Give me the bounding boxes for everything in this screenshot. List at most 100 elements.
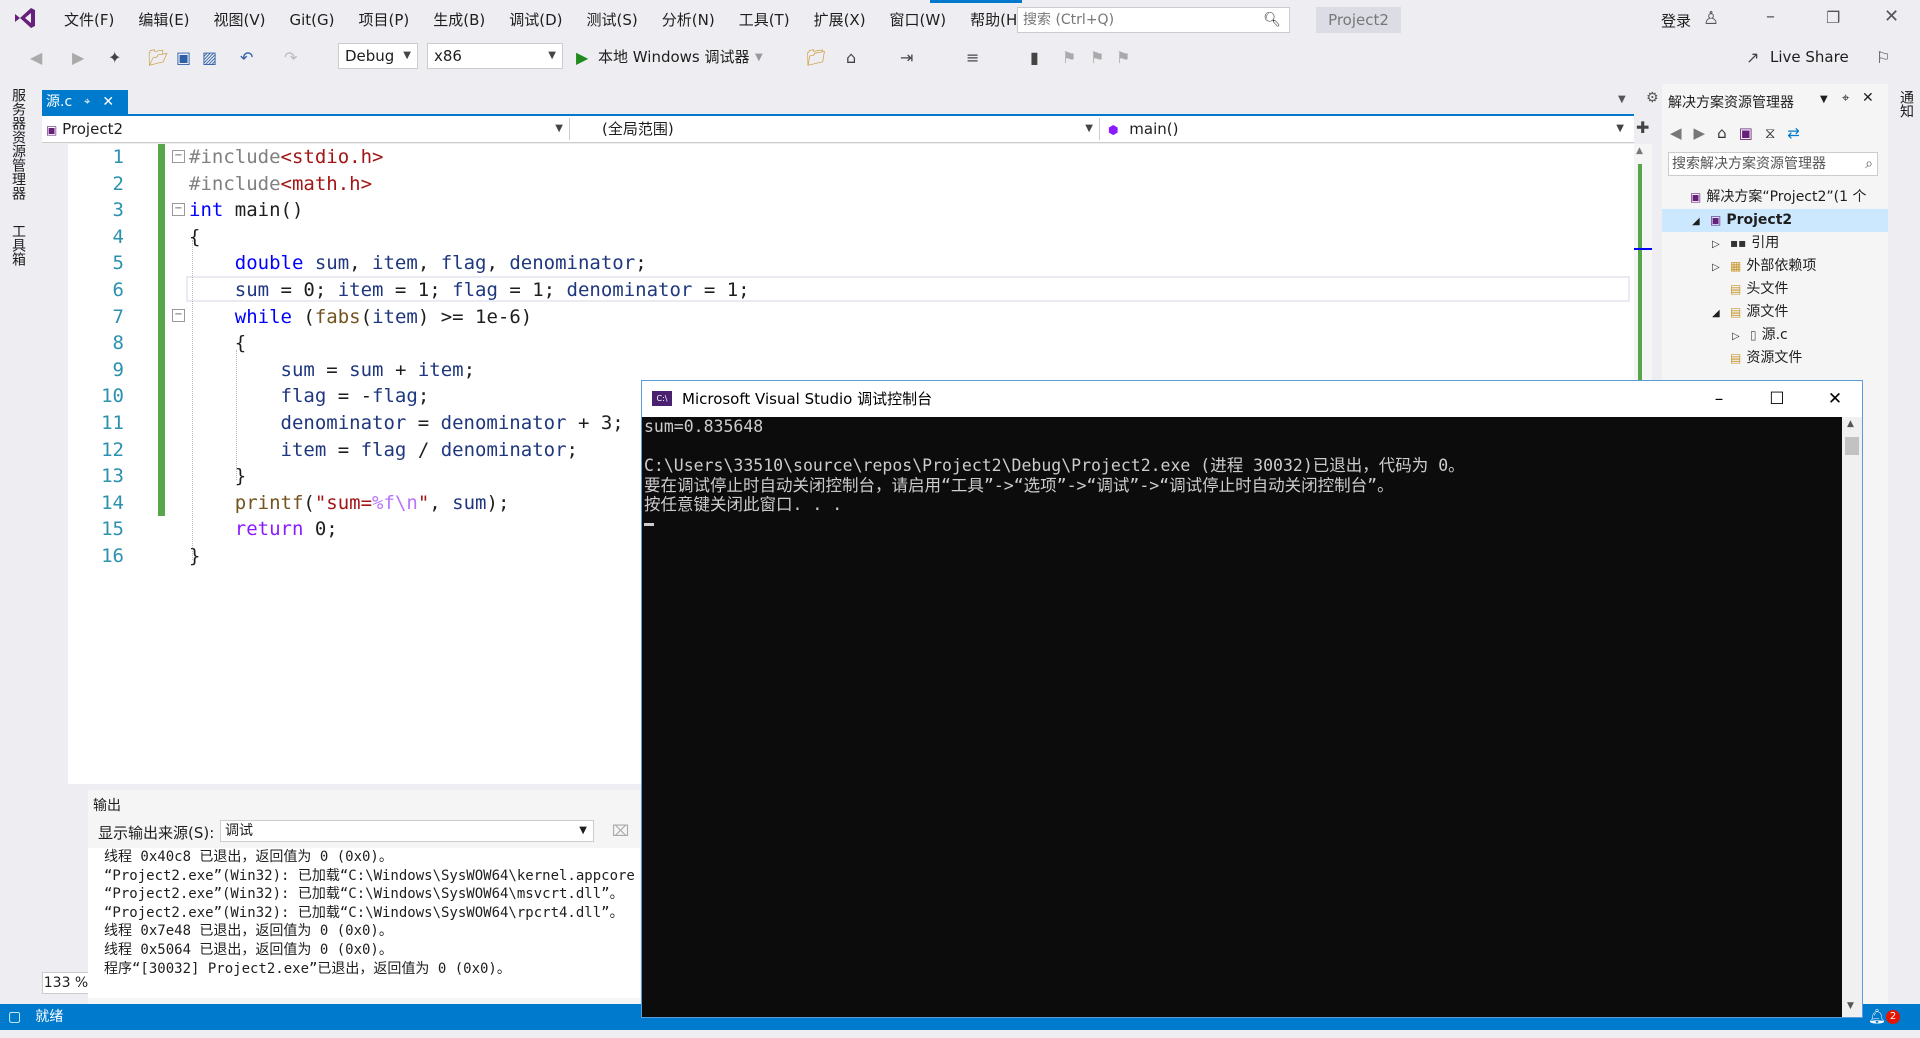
scroll-up-icon[interactable]: ▲	[1636, 146, 1643, 156]
fold-include-icon[interactable]: −	[172, 150, 185, 163]
prev-bookmark-icon[interactable]: ⚑	[1062, 48, 1076, 67]
home-icon[interactable]: ⌂	[1717, 124, 1727, 142]
menu-item[interactable]: 工具(T)	[727, 0, 802, 40]
tree-item[interactable]: ◢ ▣ Project2	[1662, 209, 1888, 232]
menu-item[interactable]: 测试(S)	[575, 0, 650, 40]
history-icon[interactable]: ⧖	[1765, 124, 1776, 142]
forward-icon[interactable]: ▶	[72, 48, 84, 67]
solution-explorer-icon[interactable]: ⌂	[846, 48, 856, 67]
feedback-icon[interactable]: ⚐	[1876, 48, 1890, 67]
back-icon[interactable]: ◀	[30, 48, 42, 67]
vs-logo-icon[interactable]	[12, 5, 42, 35]
close-panel-icon[interactable]: ✕	[1862, 90, 1874, 106]
menu-item[interactable]: 生成(B)	[421, 0, 497, 40]
console-close-button[interactable]: ✕	[1806, 381, 1864, 417]
menu-item[interactable]: 项目(P)	[347, 0, 422, 40]
comment-icon[interactable]: ≡	[966, 48, 979, 67]
console-output[interactable]: sum=0.835648 C:\Users\33510\source\repos\…	[642, 417, 1842, 1017]
menu-item[interactable]: Git(G)	[278, 0, 347, 40]
live-share-icon[interactable]: ↗	[1746, 48, 1759, 67]
start-debug-label[interactable]: 本地 Windows 调试器	[598, 46, 750, 67]
new-project-icon[interactable]: ✦	[108, 48, 121, 67]
notifications-tab[interactable]: 通知	[1896, 90, 1916, 118]
server-explorer-tab[interactable]: 服务器资源管理器	[8, 88, 28, 200]
menu-item[interactable]: 扩展(X)	[802, 0, 878, 40]
redo-icon[interactable]: ↷	[284, 48, 297, 67]
scroll-down-icon[interactable]: ▼	[1847, 1001, 1854, 1011]
pin-icon[interactable]: ⌖	[1842, 91, 1849, 106]
console-maximize-button[interactable]: ☐	[1748, 381, 1806, 417]
toolbox-tab[interactable]: 工具箱	[8, 224, 28, 266]
menu-item[interactable]: 调试(D)	[497, 0, 574, 40]
zoom-level[interactable]: 133 %	[42, 972, 90, 994]
restore-button[interactable]: ❐	[1826, 8, 1840, 27]
console-scrollbar[interactable]: ▲ ▼	[1842, 417, 1862, 1017]
panel-menu-icon[interactable]: ▼	[1820, 94, 1828, 105]
login-link[interactable]: 登录	[1661, 10, 1691, 31]
close-tab-icon[interactable]: ✕	[102, 90, 114, 114]
save-icon[interactable]: ▣	[176, 48, 191, 67]
live-share-button[interactable]: Live Share	[1770, 48, 1849, 66]
scroll-up-icon[interactable]: ▲	[1847, 419, 1854, 429]
tree-item[interactable]: ▣ 解决方案“Project2”(1 个	[1662, 186, 1888, 209]
settings-gear-icon[interactable]: ⚙	[1646, 90, 1659, 106]
notification-bell-icon[interactable]: 🔔︎	[1868, 1004, 1886, 1030]
clear-bookmarks-icon[interactable]: ⚑	[1116, 48, 1130, 67]
menu-item[interactable]: 编辑(E)	[126, 0, 201, 40]
forward-icon[interactable]: ▶	[1694, 124, 1706, 142]
tree-expander-icon[interactable]: ▷	[1732, 325, 1746, 348]
console-scroll-thumb[interactable]	[1845, 437, 1859, 455]
find-in-files-icon[interactable]: 📁︎	[806, 48, 826, 67]
switch-views-icon[interactable]: ▣	[1739, 124, 1753, 142]
tab-source-file[interactable]: 源.c ⌖ ✕	[42, 90, 128, 114]
indent-icon[interactable]: ⇥	[900, 48, 913, 67]
tab-list-dropdown-icon[interactable]: ▼	[1618, 94, 1626, 105]
split-view-icon[interactable]: ✚	[1636, 118, 1649, 137]
tree-expander-icon[interactable]: ▷	[1712, 233, 1726, 256]
menu-item[interactable]: 文件(F)	[52, 0, 126, 40]
tree-expander-icon[interactable]: ◢	[1692, 210, 1706, 233]
start-debug-icon[interactable]: ▶	[576, 48, 588, 67]
tree-item[interactable]: ▤ 资源文件	[1662, 347, 1888, 370]
function-nav-select[interactable]: ⬢ main() ▼	[1102, 118, 1630, 140]
back-icon[interactable]: ◀	[1670, 124, 1682, 142]
menu-item[interactable]: 分析(N)	[650, 0, 727, 40]
code-token: \n	[394, 491, 418, 514]
tree-item[interactable]: ▷ ▦ 外部依赖项	[1662, 255, 1888, 278]
scope-nav-select[interactable]: (全局范围) ▼	[572, 118, 1100, 140]
save-all-icon[interactable]: ▨	[202, 48, 217, 67]
run-dropdown-icon[interactable]: ▼	[755, 52, 763, 63]
config-select[interactable]: Debug ▼	[338, 43, 418, 69]
tree-item[interactable]: ▷ ▯ 源.c	[1662, 324, 1888, 347]
tree-item[interactable]: ◢ ▤ 源文件	[1662, 301, 1888, 324]
fold-main-icon[interactable]: −	[172, 203, 185, 216]
tree-expander-icon[interactable]: ◢	[1712, 302, 1726, 325]
undo-icon[interactable]: ↶	[240, 48, 253, 67]
sync-icon[interactable]: ⇄	[1787, 124, 1800, 142]
next-bookmark-icon[interactable]: ⚑	[1090, 48, 1104, 67]
pin-icon[interactable]: ⌖	[84, 90, 90, 114]
open-folder-icon[interactable]: 📂︎	[148, 48, 168, 67]
code-token: {	[189, 225, 201, 248]
bookmark-icon[interactable]: ▮	[1030, 48, 1039, 67]
platform-select[interactable]: x86 ▼	[427, 43, 563, 69]
menu-item[interactable]: 视图(V)	[202, 0, 278, 40]
debug-console-window[interactable]: C:\ Microsoft Visual Studio 调试控制台 – ☐ ✕ …	[641, 380, 1863, 1018]
minimize-button[interactable]: –	[1766, 6, 1775, 27]
output-source-select[interactable]: 调试 ▼	[220, 820, 594, 842]
close-window-button[interactable]: ✕	[1884, 6, 1899, 27]
console-title-bar[interactable]: C:\ Microsoft Visual Studio 调试控制台 – ☐ ✕	[642, 381, 1862, 417]
account-icon[interactable]: ♙	[1703, 8, 1719, 29]
tree-expander-icon[interactable]: ▷	[1712, 256, 1726, 279]
console-minimize-button[interactable]: –	[1690, 381, 1748, 417]
solution-search-input[interactable]: 搜索解决方案资源管理器 ⌕	[1668, 152, 1878, 176]
project-nav-select[interactable]: ▣ Project2 ▼	[44, 118, 570, 140]
tree-item[interactable]: ▷ ▪▪ 引用	[1662, 232, 1888, 255]
fold-while-icon[interactable]: −	[172, 309, 185, 322]
code-token: flag	[360, 438, 407, 461]
menu-item[interactable]: 窗口(W)	[878, 0, 959, 40]
clear-output-icon[interactable]: ⌧	[612, 822, 629, 840]
search-input[interactable]: 搜索 (Ctrl+Q) 🔍︎	[1017, 7, 1290, 33]
output-text[interactable]: 线程 0x40c8 已退出，返回值为 0 (0x0)。 “Project2.exe…	[88, 848, 640, 998]
tree-item[interactable]: ▤ 头文件	[1662, 278, 1888, 301]
